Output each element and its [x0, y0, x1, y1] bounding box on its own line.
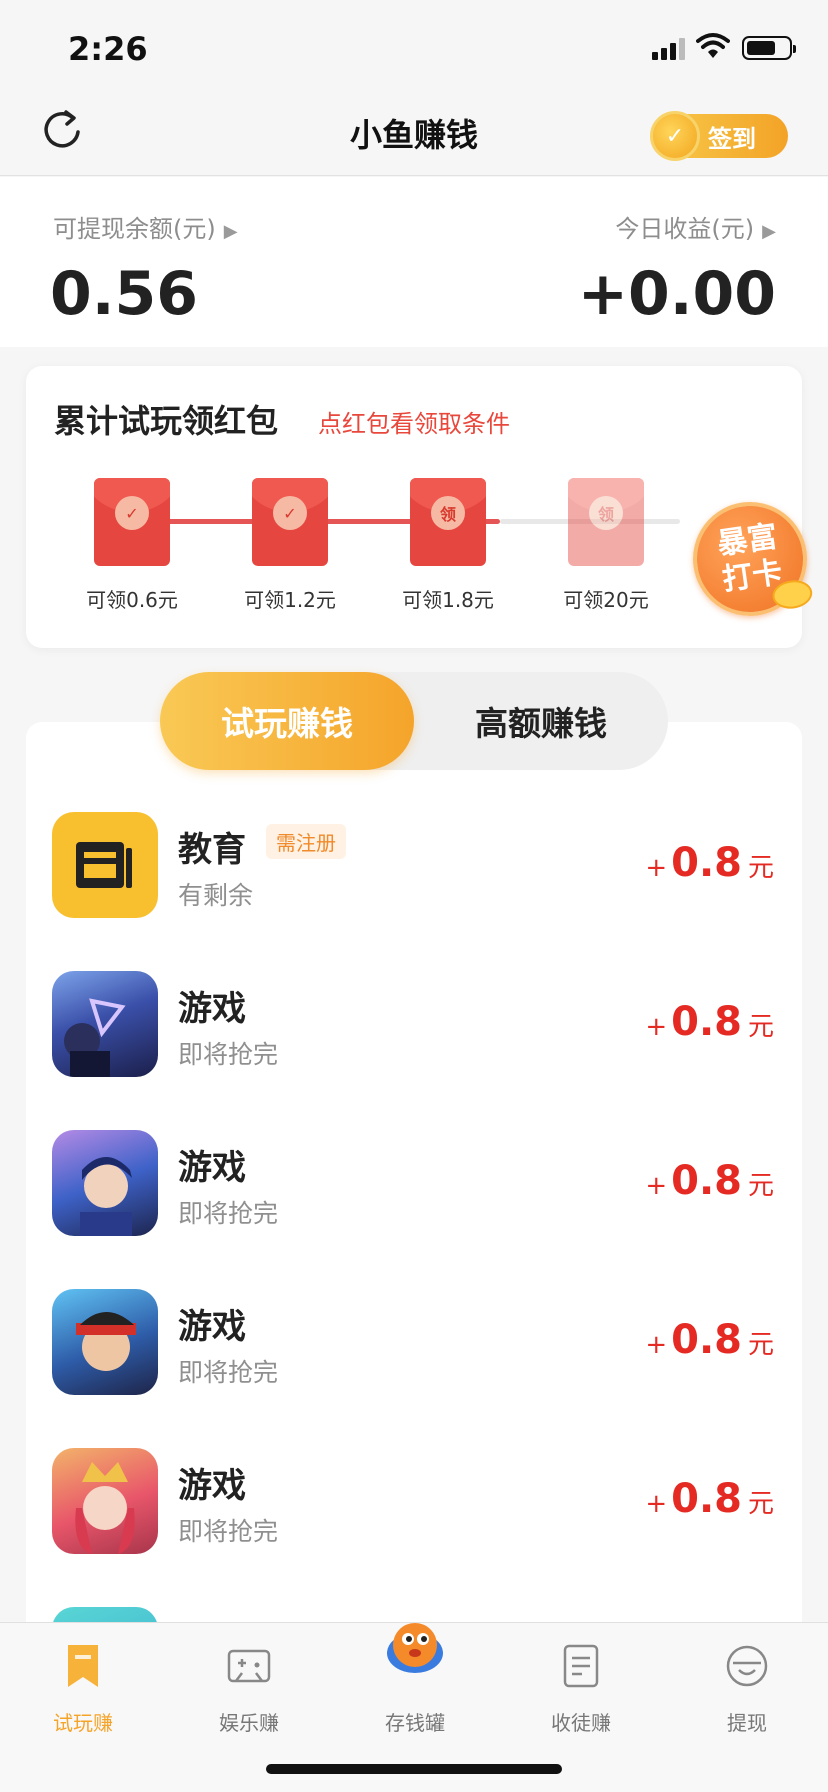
withdrawable-value: 0.56 — [50, 259, 199, 329]
app-status: 即将抢完 — [178, 1199, 279, 1228]
balance-panel: 可提现余额(元) ▶ 0.56 今日收益(元) ▶ +0.00 — [0, 177, 828, 347]
coin-icon: ✓ — [650, 111, 700, 161]
app-name: 教育 — [178, 830, 246, 870]
wifi-icon — [696, 33, 730, 58]
list-item[interactable]: 教育 需注册 有剩余 +0.8 元 — [26, 812, 802, 970]
reward-unit: 元 — [747, 1171, 774, 1201]
tab-entertainment[interactable]: 娱乐赚 — [166, 1623, 332, 1743]
seal-label: 领 — [589, 496, 623, 530]
gamepad-icon — [227, 1649, 271, 1683]
task-tabs: 试玩赚钱 高额赚钱 — [160, 672, 668, 770]
sign-in-label: 签到 — [708, 124, 756, 153]
bookmark-icon — [68, 1645, 98, 1687]
reward-amount: +0.8 元 — [645, 840, 774, 886]
status-bar: 2:26 — [0, 0, 828, 100]
reward-amount: +0.8 元 — [645, 1158, 774, 1204]
tab-withdraw[interactable]: 提现 — [664, 1623, 828, 1743]
app-status: 即将抢完 — [178, 1040, 279, 1069]
withdrawable-label: 可提现余额(元) — [53, 215, 216, 243]
status-time: 2:26 — [68, 30, 148, 68]
app-name: 游戏 — [178, 989, 246, 1029]
seal-label: 领 — [431, 496, 465, 530]
app-name: 游戏 — [178, 1148, 246, 1188]
signal-icon — [652, 36, 685, 60]
tab-apprentice[interactable]: 收徒赚 — [498, 1623, 664, 1743]
list-item[interactable]: 游戏 即将抢完 +0.8 元 — [26, 971, 802, 1129]
list-item[interactable]: 游戏 即将抢完 +0.8 元 — [26, 1130, 802, 1288]
home-indicator — [266, 1764, 562, 1774]
red-packet-title: 累计试玩领红包 — [54, 402, 279, 440]
life-icon — [52, 1607, 158, 1622]
tab-label: 提现 — [727, 1711, 767, 1735]
reward-value: 0.8 — [671, 840, 742, 886]
game-icon — [52, 1130, 158, 1236]
reward-unit: 元 — [747, 1012, 774, 1042]
game-icon — [52, 1289, 158, 1395]
app-status: 即将抢完 — [178, 1517, 279, 1546]
tab-piggy-bank[interactable]: 存钱罐 — [332, 1623, 498, 1743]
reward-amount: +0.8 元 — [645, 1476, 774, 1522]
app-status: 即将抢完 — [178, 1358, 279, 1387]
red-packet-2[interactable]: ✓ — [252, 478, 328, 566]
app-name: 游戏 — [178, 1307, 246, 1347]
list-item[interactable]: 游戏 即将抢完 +0.8 元 — [26, 1448, 802, 1606]
tab-high-earn[interactable]: 高额赚钱 — [414, 672, 668, 770]
red-packet-hint[interactable]: 点红包看领取条件 — [318, 404, 510, 439]
game-icon — [52, 971, 158, 1077]
red-packet-1[interactable]: ✓ — [94, 478, 170, 566]
tab-label: 娱乐赚 — [219, 1711, 279, 1735]
check-icon: ✓ — [273, 496, 307, 530]
withdrawable-balance-link[interactable]: 可提现余额(元) ▶ — [53, 209, 238, 244]
red-packet-card: 累计试玩领红包 点红包看领取条件 ✓ 可领0.6元 ✓ 可领1.2元 领 可领1… — [26, 366, 815, 648]
tab-trial-earn[interactable]: 试玩赚钱 — [160, 672, 414, 770]
check-icon: ✓ — [115, 496, 149, 530]
reward-value: 0.8 — [671, 1476, 742, 1522]
red-packet-label: 可领1.2元 — [244, 588, 336, 612]
red-packet-4[interactable]: 领 — [568, 478, 644, 566]
tab-label: 存钱罐 — [385, 1711, 445, 1735]
reward-plus: + — [645, 853, 668, 883]
battery-icon — [742, 36, 796, 60]
red-packet-label: 可领1.8元 — [402, 588, 494, 612]
app-status: 有剩余 — [178, 881, 254, 910]
reward-plus: + — [645, 1489, 668, 1519]
reward-value: 0.8 — [671, 1158, 742, 1204]
reward-plus: + — [645, 1012, 668, 1042]
reward-plus: + — [645, 1330, 668, 1360]
sign-in-button[interactable]: ✓ 签到 — [650, 111, 788, 161]
registration-tag: 需注册 — [266, 824, 346, 859]
tab-trial[interactable]: 试玩赚 — [0, 1623, 166, 1743]
today-earnings-value: +0.00 — [577, 259, 776, 329]
red-packet-3[interactable]: 领 — [410, 478, 486, 566]
reward-unit: 元 — [747, 1489, 774, 1519]
reward-plus: + — [645, 1171, 668, 1201]
list-item[interactable]: 游戏 即将抢完 +0.8 元 — [26, 1289, 802, 1447]
reward-value: 0.8 — [671, 1317, 742, 1363]
reward-unit: 元 — [747, 1330, 774, 1360]
fish-icon — [387, 1623, 443, 1673]
red-packet-label: 可领0.6元 — [86, 588, 178, 612]
nav-bar: 小鱼赚钱 ✓ 签到 — [0, 100, 828, 176]
game-icon — [52, 1448, 158, 1554]
app-name: 游戏 — [178, 1466, 246, 1506]
tab-label: 收徒赚 — [551, 1711, 611, 1735]
document-icon — [563, 1644, 599, 1688]
red-packet-label: 可领20元 — [563, 588, 649, 612]
newspaper-icon — [52, 812, 158, 918]
today-earnings-label: 今日收益(元) — [615, 215, 755, 243]
reward-value: 0.8 — [671, 999, 742, 1045]
tab-label: 试玩赚 — [53, 1711, 113, 1735]
reward-amount: +0.8 元 — [645, 1317, 774, 1363]
arrow-right-icon: ▶ — [223, 221, 238, 242]
today-earnings-link[interactable]: 今日收益(元) ▶ — [615, 209, 776, 244]
reward-unit: 元 — [747, 853, 774, 883]
smile-icon — [726, 1645, 768, 1687]
reward-amount: +0.8 元 — [645, 999, 774, 1045]
arrow-right-icon: ▶ — [762, 221, 776, 242]
rich-checkin-badge[interactable]: 暴富 打卡 — [685, 494, 815, 624]
